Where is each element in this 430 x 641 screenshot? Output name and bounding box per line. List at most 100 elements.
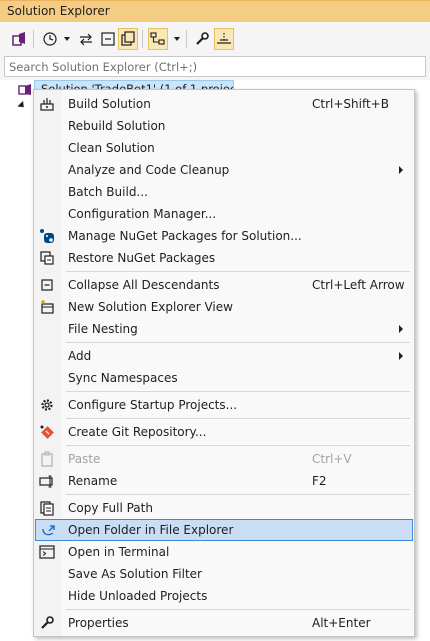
menu-item-analyze-code-cleanup[interactable]: Analyze and Code Cleanup [35,159,413,181]
menu-item-configure-startup-projects[interactable]: Configure Startup Projects... [35,394,413,416]
menu-item-collapse-all-descendants[interactable]: Collapse All Descendants Ctrl+Left Arrow [35,274,413,296]
pending-changes-filter-button[interactable] [40,28,60,50]
menu-item-open-folder-in-file-explorer[interactable]: Open Folder in File Explorer [35,519,413,541]
menu-item-label: Copy Full Path [68,501,153,515]
menu-item-create-git-repository[interactable]: Create Git Repository... [35,421,413,443]
menu-item-new-solution-explorer-view[interactable]: New Solution Explorer View [35,296,413,318]
collapse-all-button[interactable] [98,28,118,50]
panel-title-bar: Solution Explorer [0,0,430,22]
restore-packages-icon [38,249,56,267]
menu-separator [66,418,410,419]
menu-item-label: File Nesting [68,322,138,336]
menu-item-copy-full-path[interactable]: Copy Full Path [35,497,413,519]
terminal-icon [38,543,56,561]
copy-path-icon [38,499,56,517]
vs-solution-icon [12,32,25,46]
show-all-files-button[interactable] [118,28,138,50]
solution-explorer-toolbar [0,22,430,56]
menu-item-shortcut: Ctrl+Left Arrow [312,278,405,292]
collapse-icon [38,276,56,294]
menu-item-rename[interactable]: Rename F2 [35,470,413,492]
menu-item-label: Batch Build... [68,185,148,199]
view-tree-button[interactable] [148,28,168,50]
chevron-down-icon[interactable] [64,37,70,41]
menu-item-label: Properties [68,616,129,630]
gear-icon [38,396,56,414]
menu-separator [66,342,410,343]
menu-item-label: Rebuild Solution [68,119,166,133]
menu-item-label: Hide Unloaded Projects [68,589,208,603]
properties-button[interactable] [192,28,212,50]
toolbar-separator [186,30,187,48]
menu-item-label: Clean Solution [68,141,155,155]
menu-item-label: New Solution Explorer View [68,300,233,314]
sync-with-active-document-button[interactable] [76,28,96,50]
submenu-arrow-icon [399,166,403,174]
wrench-icon [196,32,209,45]
submenu-arrow-icon [399,352,403,360]
menu-item-label: Add [68,349,92,363]
panel-title: Solution Explorer [7,4,110,18]
menu-item-label: Open in Terminal [68,545,170,559]
menu-item-label: Sync Namespaces [68,371,178,385]
preview-selected-items-button[interactable] [214,28,234,50]
menu-item-label: Open Folder in File Explorer [68,523,234,537]
expand-arrow-icon[interactable] [17,100,27,111]
git-icon [38,423,56,441]
build-icon [38,95,56,113]
menu-item-configuration-manager[interactable]: Configuration Manager... [35,203,413,225]
menu-item-add[interactable]: Add [35,345,413,367]
collapse-all-icon [101,32,115,46]
menu-item-shortcut: Alt+Enter [312,616,371,630]
menu-separator [66,271,410,272]
wrench-icon [38,614,56,632]
chevron-down-icon[interactable] [174,37,180,41]
sync-arrows-icon [80,33,92,46]
menu-item-paste[interactable]: Paste Ctrl+V [35,448,413,470]
menu-item-shortcut: Ctrl+Shift+B [312,97,389,111]
menu-item-clean-solution[interactable]: Clean Solution [35,137,413,159]
menu-item-open-in-terminal[interactable]: Open in Terminal [35,541,413,563]
menu-item-hide-unloaded-projects[interactable]: Hide Unloaded Projects [35,585,413,607]
menu-item-label: Collapse All Descendants [68,278,220,292]
new-view-icon [38,298,56,316]
menu-item-file-nesting[interactable]: File Nesting [35,318,413,340]
clock-icon [43,32,57,46]
solution-icon [18,84,31,95]
menu-item-label: Analyze and Code Cleanup [68,163,230,177]
menu-item-build-solution[interactable]: Build Solution Ctrl+Shift+B [35,93,413,115]
menu-separator [66,445,410,446]
rename-icon [38,472,56,490]
menu-item-sync-namespaces[interactable]: Sync Namespaces [35,367,413,389]
nuget-icon [38,227,56,245]
menu-separator [66,391,410,392]
menu-item-label: Manage NuGet Packages for Solution... [68,229,302,243]
open-folder-icon [39,522,57,540]
preview-icon [217,33,231,44]
search-input[interactable] [5,57,413,76]
menu-separator [66,494,410,495]
toolbar-separator [142,30,143,48]
search-box[interactable] [4,56,426,77]
menu-item-shortcut: F2 [312,474,327,488]
menu-separator [66,609,410,610]
switch-views-button[interactable] [9,28,29,50]
menu-item-label: Save As Solution Filter [68,567,202,581]
menu-item-properties[interactable]: Properties Alt+Enter [35,612,413,634]
menu-item-label: Paste [68,452,101,466]
menu-item-label: Configuration Manager... [68,207,217,221]
menu-item-restore-nuget[interactable]: Restore NuGet Packages [35,247,413,269]
menu-item-label: Restore NuGet Packages [68,251,216,265]
menu-item-label: Build Solution [68,97,151,111]
menu-item-label: Create Git Repository... [68,425,207,439]
menu-item-batch-build[interactable]: Batch Build... [35,181,413,203]
paste-icon [38,450,56,468]
toolbar-separator [33,30,34,48]
menu-item-manage-nuget[interactable]: Manage NuGet Packages for Solution... [35,225,413,247]
show-all-files-icon [121,31,135,46]
menu-item-label: Configure Startup Projects... [68,398,238,412]
menu-item-rebuild-solution[interactable]: Rebuild Solution [35,115,413,137]
menu-item-label: Rename [68,474,118,488]
menu-item-save-as-solution-filter[interactable]: Save As Solution Filter [35,563,413,585]
tree-view-icon [150,32,165,45]
